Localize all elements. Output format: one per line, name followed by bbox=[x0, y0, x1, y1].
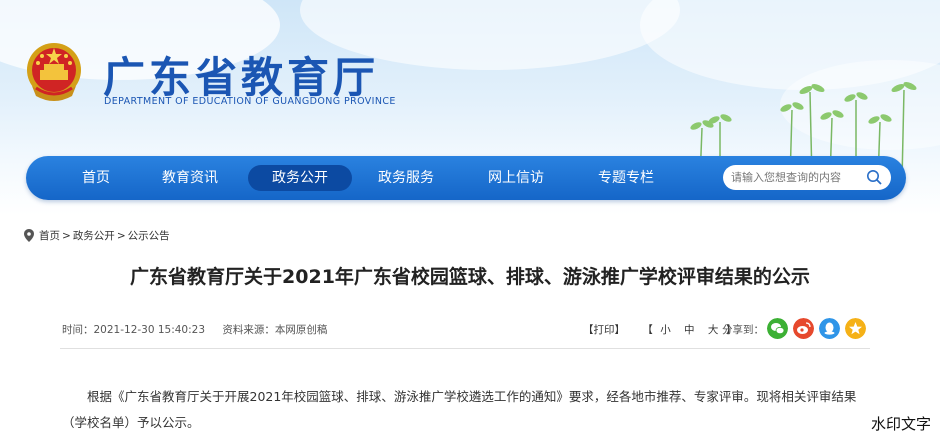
watermark: 水印文字 bbox=[871, 415, 932, 433]
nav-item-home[interactable]: 首页 bbox=[72, 165, 120, 191]
font-size-small-button[interactable]: 小 bbox=[660, 324, 671, 336]
article-title: 广东省教育厅关于2021年广东省校园篮球、排球、游泳推广学校评审结果的公示 bbox=[130, 266, 810, 288]
nav-item-government-services[interactable]: 政务服务 bbox=[374, 165, 438, 191]
search-box[interactable]: 请输入您想查询的内容 bbox=[723, 165, 891, 190]
main-nav: 首页 教育资讯 政务公开 政务服务 网上信访 专题专栏 请输入您想查询的内容 bbox=[26, 156, 906, 200]
article-source: 资料来源：本网原创稿 bbox=[222, 324, 328, 336]
nav-item-government-affairs[interactable]: 政务公开 bbox=[248, 165, 352, 191]
wechat-icon[interactable] bbox=[767, 318, 788, 339]
breadcrumb-separator: > bbox=[62, 229, 71, 242]
nav-item-special-topics[interactable]: 专题专栏 bbox=[594, 165, 658, 191]
qq-icon[interactable] bbox=[819, 318, 840, 339]
search-input[interactable]: 请输入您想查询的内容 bbox=[731, 165, 841, 190]
location-pin-icon bbox=[24, 229, 34, 242]
weibo-icon[interactable] bbox=[793, 318, 814, 339]
breadcrumb-separator: > bbox=[116, 229, 126, 242]
font-size-bracket-open: 【 bbox=[642, 324, 653, 336]
nav-item-education-news[interactable]: 教育资讯 bbox=[158, 165, 222, 191]
nav-item-online-petition[interactable]: 网上信访 bbox=[484, 165, 548, 191]
qzone-icon[interactable] bbox=[845, 318, 866, 339]
divider bbox=[60, 348, 870, 349]
print-button[interactable]: 【打印】 bbox=[583, 324, 625, 336]
article-meta: 时间：2021-12-30 15:40:23 资料来源：本网原创稿 bbox=[62, 322, 341, 337]
breadcrumb-home[interactable]: 首页 bbox=[39, 228, 60, 243]
national-emblem-logo bbox=[27, 43, 81, 101]
article-body: 根据《广东省教育厅关于开展2021年校园篮球、排球、游泳推广学校遴选工作的通知》… bbox=[62, 389, 857, 430]
publish-time: 时间：2021-12-30 15:40:23 bbox=[62, 324, 206, 336]
article-tools: 【打印】 【 小 中 大 】 bbox=[583, 322, 736, 337]
search-icon[interactable] bbox=[866, 169, 883, 186]
font-size-large-button[interactable]: 大 bbox=[708, 324, 719, 336]
share-label: 分享到： bbox=[722, 324, 764, 336]
font-size-medium-button[interactable]: 中 bbox=[684, 324, 695, 336]
breadcrumb-announcements[interactable]: 公示公告 bbox=[128, 228, 170, 243]
breadcrumb-government-affairs[interactable]: 政务公开 bbox=[73, 228, 115, 243]
site-subtitle: DEPARTMENT OF EDUCATION OF GUANGDONG PRO… bbox=[104, 96, 396, 107]
site-header: 广东省教育厅 DEPARTMENT OF EDUCATION OF GUANGD… bbox=[0, 0, 940, 215]
breadcrumb: 首页 > 政务公开 > 公示公告 bbox=[24, 228, 172, 243]
